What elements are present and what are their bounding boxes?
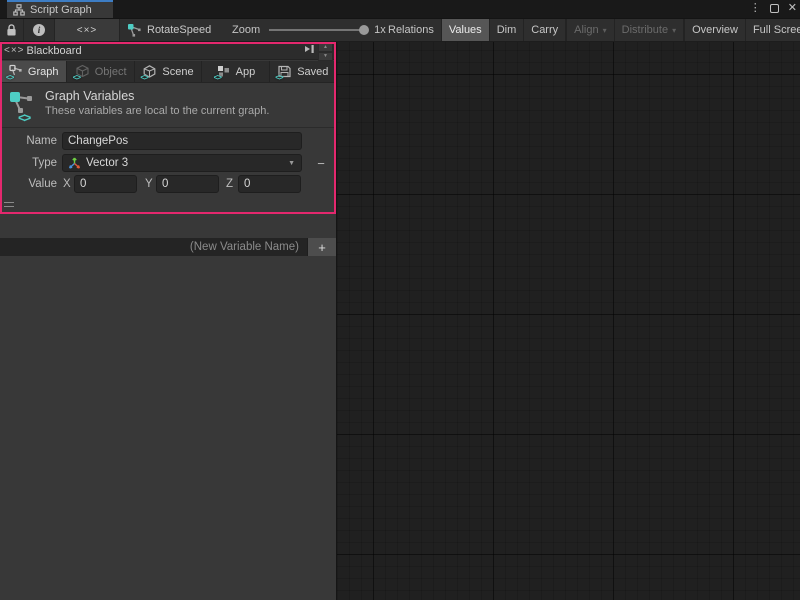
close-icon[interactable]: ✕	[788, 0, 797, 16]
overview-button[interactable]: Overview	[685, 19, 746, 41]
x-value-input[interactable]	[74, 175, 137, 193]
angle-tag-icon: <>	[73, 74, 80, 82]
graph-variables-section-header: <> Graph Variables These variables are l…	[0, 84, 336, 128]
blackboard-icon: <×>	[4, 45, 25, 56]
y-label: Y	[145, 175, 153, 193]
angle-tag-icon: <>	[214, 74, 221, 82]
z-label: Z	[226, 175, 233, 193]
script-graph-icon	[13, 4, 25, 16]
angle-tag-icon: <>	[6, 74, 13, 82]
new-variable-row: +	[0, 238, 336, 256]
toolbar-toggles: Relations Values Dim Carry Align ▾ Distr…	[381, 19, 800, 41]
scroll-up-icon[interactable]: ▲	[318, 42, 333, 52]
tab-app[interactable]: <> App	[202, 61, 269, 82]
tab-scene[interactable]: <> Scene	[135, 61, 202, 82]
relations-button[interactable]: Relations	[381, 19, 442, 41]
distribute-button[interactable]: Distribute ▾	[615, 19, 684, 41]
value-row: Value X Y Z	[0, 175, 336, 193]
dropdown-arrow-icon: ▾	[603, 26, 607, 35]
graph-breadcrumb[interactable]: RotateSpeed	[127, 19, 211, 41]
tab-saved[interactable]: <> Saved	[270, 61, 336, 82]
section-title: Graph Variables	[45, 89, 134, 103]
tab-graph[interactable]: <> Graph	[0, 61, 67, 82]
variables-toggle-button[interactable]: <×>	[55, 19, 120, 41]
info-button[interactable]: i	[24, 19, 55, 41]
variables-badge-icon: <×>	[77, 25, 98, 36]
scroll-down-icon[interactable]: ▼	[318, 52, 333, 62]
section-description: These variables are local to the current…	[45, 105, 269, 117]
header-scrollers: ▲ ▼	[318, 42, 333, 61]
name-row: Name	[0, 132, 336, 150]
remove-variable-button[interactable]: −	[312, 155, 330, 171]
zoom-label: Zoom	[232, 24, 260, 36]
type-label: Type	[0, 154, 57, 172]
dim-button[interactable]: Dim	[490, 19, 525, 41]
x-label: X	[63, 175, 71, 193]
graph-canvas[interactable]	[336, 42, 800, 600]
kebab-menu-icon[interactable]: ⋮	[750, 0, 761, 16]
blackboard-title: Blackboard	[27, 45, 82, 57]
name-label: Name	[0, 132, 57, 150]
zoom-slider-handle[interactable]	[359, 25, 369, 35]
drag-handle-icon[interactable]	[4, 202, 14, 207]
lock-button[interactable]	[0, 19, 24, 41]
type-row: Type Vector 3 ▼ −	[0, 154, 336, 172]
blackboard-header[interactable]: <×> Blackboard ▲ ▼	[0, 42, 336, 60]
window-controls: ⋮ ✕	[750, 0, 797, 16]
tab-object[interactable]: <> Object	[67, 61, 134, 82]
window-tab-bar: Script Graph ⋮ ✕	[0, 0, 800, 18]
vector3-icon	[68, 157, 81, 170]
angle-tag-icon: <>	[140, 74, 147, 82]
add-variable-button[interactable]: +	[307, 238, 336, 256]
node-icon	[127, 23, 141, 37]
angle-tag-icon: <>	[275, 74, 282, 82]
new-variable-input[interactable]	[0, 238, 307, 256]
zoom-control: Zoom 1x	[232, 19, 386, 41]
blackboard-tabs: <> Graph <> Object <> Scene	[0, 61, 336, 83]
info-icon: i	[33, 24, 45, 36]
lock-icon	[6, 24, 17, 37]
fullscreen-button[interactable]: Full Screen	[746, 19, 800, 41]
select-arrow-icon: ▼	[288, 160, 295, 167]
breadcrumb-label: RotateSpeed	[147, 24, 211, 36]
y-value-input[interactable]	[156, 175, 219, 193]
value-label: Value	[0, 175, 57, 193]
blackboard-panel: <×> Blackboard ▲ ▼ <> Graph	[0, 42, 336, 600]
dock-icon[interactable]	[304, 44, 316, 54]
zoom-slider[interactable]	[269, 29, 364, 31]
tab-title: Script Graph	[30, 4, 92, 16]
graph-variables-icon: <>	[8, 90, 38, 122]
tab-script-graph[interactable]: Script Graph	[7, 0, 113, 18]
variable-name-input[interactable]	[62, 132, 302, 150]
variable-entry: Name Type Vector 3 ▼ − Value X Y Z	[0, 128, 336, 238]
graph-toolbar: i <×> RotateSpeed Zoom 1x Relations Valu…	[0, 18, 800, 42]
values-button[interactable]: Values	[442, 19, 490, 41]
type-dropdown[interactable]: Vector 3 ▼	[62, 154, 302, 172]
dropdown-arrow-icon: ▾	[672, 26, 676, 35]
type-value: Vector 3	[86, 157, 128, 169]
z-value-input[interactable]	[238, 175, 301, 193]
carry-button[interactable]: Carry	[524, 19, 566, 41]
maximize-icon[interactable]	[770, 4, 779, 13]
align-button[interactable]: Align ▾	[567, 19, 614, 41]
